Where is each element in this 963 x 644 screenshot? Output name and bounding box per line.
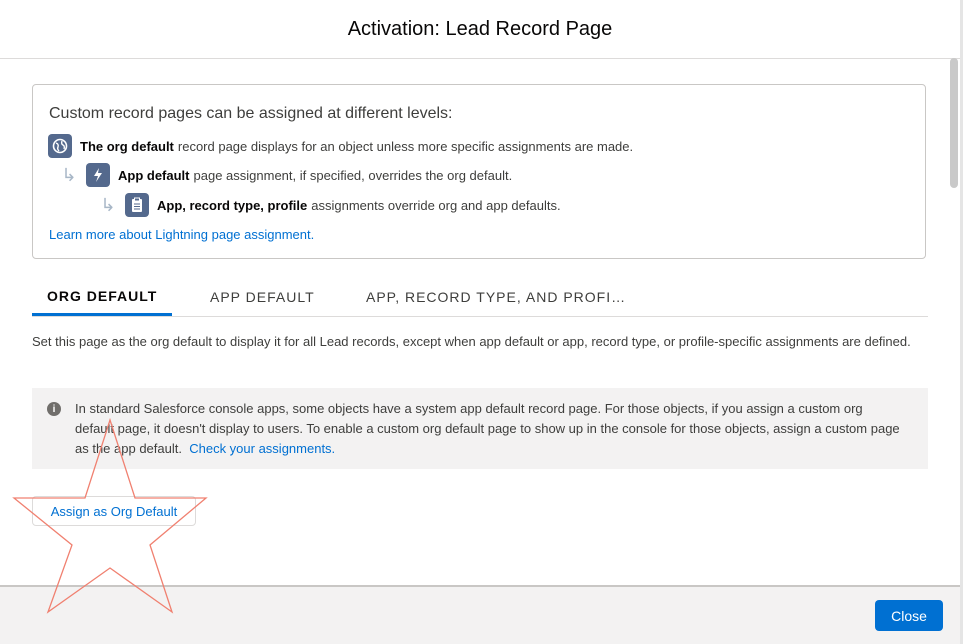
scrollbar-thumb[interactable] <box>950 58 958 188</box>
tab-app-default[interactable]: APP DEFAULT <box>210 278 315 316</box>
globe-icon <box>48 134 72 158</box>
level-bold-label: App, record type, profile <box>157 197 308 213</box>
level-app-record-type-profile: ↳ App, record type, profile assignments … <box>97 193 561 217</box>
assign-org-default-button[interactable]: Assign as Org Default <box>32 496 196 526</box>
level-bold-label: App default <box>118 167 190 183</box>
info-heading: Custom record pages can be assigned at d… <box>49 105 453 122</box>
check-assignments-link[interactable]: Check your assignments. <box>189 441 335 456</box>
org-default-description: Set this page as the org default to disp… <box>32 334 911 349</box>
level-org-default: The org default record page displays for… <box>48 134 633 158</box>
level-text: record page displays for an object unles… <box>177 138 634 154</box>
assignment-tabs: ORG DEFAULT APP DEFAULT APP, RECORD TYPE… <box>32 278 928 317</box>
modal-footer <box>0 585 960 644</box>
tab-org-default[interactable]: ORG DEFAULT <box>32 278 173 316</box>
indent-arrow-icon: ↳ <box>100 194 116 215</box>
assignment-levels-box: Custom record pages can be assigned at d… <box>32 84 926 259</box>
learn-more-link[interactable]: Learn more about Lightning page assignme… <box>49 227 314 242</box>
modal-header: Activation: Lead Record Page <box>0 0 960 59</box>
close-button[interactable]: Close <box>875 600 943 631</box>
level-text: assignments override org and app default… <box>311 197 561 213</box>
tab-app-record-type-profile[interactable]: APP, RECORD TYPE, AND PROFI… <box>366 278 626 316</box>
level-app-default: ↳ App default page assignment, if specif… <box>58 163 512 187</box>
level-text: page assignment, if specified, overrides… <box>193 167 513 183</box>
modal-title: Activation: Lead Record Page <box>347 17 613 40</box>
notice-body: In standard Salesforce console apps, som… <box>75 399 905 459</box>
indent-arrow-icon: ↳ <box>61 164 77 185</box>
level-bold-label: The org default <box>80 138 174 154</box>
console-notice: i In standard Salesforce console apps, s… <box>32 388 928 469</box>
lightning-icon <box>86 163 110 187</box>
clipboard-icon <box>125 193 149 217</box>
info-icon: i <box>47 402 61 416</box>
